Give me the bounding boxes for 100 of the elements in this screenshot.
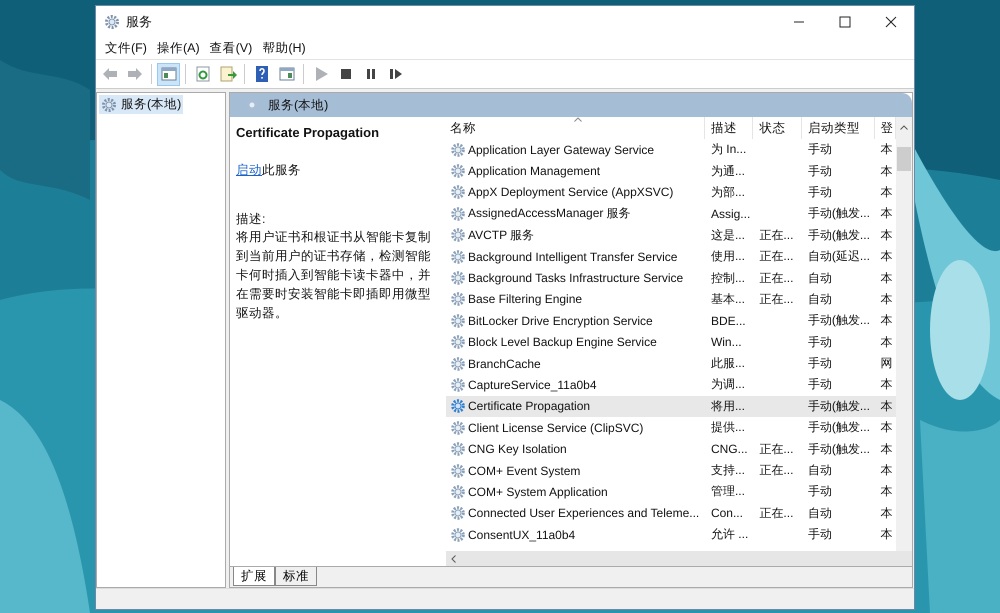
startup-type-cell: 手动 [808,483,832,500]
description-cell: 为调... [710,376,745,394]
service-name-cell: Background Intelligent Transfer Service [468,250,678,264]
startup-type-cell: 手动(触发... [808,226,870,244]
menu-item[interactable]: 文件(F) [100,40,152,56]
service-row[interactable]: Background Intelligent Transfer Service 使用... 正在... 自动(延迟... 本 [446,246,896,268]
tab[interactable]: 扩展 [233,567,275,586]
description-cell: Con... [710,506,743,520]
startup-type-cell: 手动 [808,376,832,394]
logon-cell: 本 [880,162,893,180]
export-icon [218,65,236,83]
tree-button[interactable] [157,62,180,86]
logon-cell: 本 [880,483,893,500]
description-cell: 支持... [710,462,745,480]
description-cell: 使用... [710,248,745,266]
logon-cell: 网 [880,355,893,372]
service-name-cell: Block Level Backup Engine Service [468,335,657,350]
service-row[interactable]: COM+ System Application 管理... 手动 本 [446,481,896,503]
startup-type-cell: 自动(延迟... [808,248,870,266]
start-link[interactable]: 启动 [236,163,262,177]
scroll-left-icon[interactable] [451,555,456,563]
startup-type-cell: 手动 [808,526,832,544]
refresh-icon [194,65,212,83]
service-row[interactable]: Client License Service (ClipSVC) 提供... 手动(触发... 本 [446,417,896,438]
service-row[interactable]: AVCTP 服务 这是... 正在... 手动(触发... 本 [446,224,896,246]
column-header[interactable]: 名称 [446,117,705,139]
service-row[interactable]: CaptureService_11a0b4 为调... 手动 本 [446,374,896,396]
service-row[interactable]: COM+ Event System 支持... 正在... 自动 本 [446,460,896,482]
logon-cell: 本 [880,141,893,158]
startup-type-cell: 手动(触发... [808,205,870,222]
window-title: 服务 [126,12,152,30]
logon-cell: 本 [880,290,893,308]
logon-cell: 本 [880,205,893,222]
scroll-thumb[interactable] [897,147,911,171]
service-row[interactable]: Application Management 为通... 手动 本 [446,160,896,182]
status-cell: 正在... [759,270,794,287]
logon-cell: 本 [880,270,893,287]
service-row[interactable]: Application Layer Gateway Service 为 In... 手动 本 [446,139,896,160]
service-row[interactable]: CNG Key Isolation CNG... 正在... 手动(触发... 本 [446,438,896,460]
service-row[interactable]: Block Level Backup Engine Service Win... 手动 本 [446,332,896,353]
startup-type-cell: 手动 [808,355,832,372]
service-name-cell: BitLocker Drive Encryption Service [468,314,653,328]
logon-cell: 本 [880,248,893,266]
menu-item[interactable]: 帮助(H) [257,40,311,56]
logon-cell: 本 [880,376,893,394]
service-name-cell: ConsentUX_11a0b4 [468,528,576,542]
logon-cell: 本 [880,334,893,351]
service-name-cell: Background Tasks Infrastructure Service [468,271,684,286]
status-cell: 正在... [759,290,794,308]
service-row[interactable]: BranchCache 此服... 手动 网 [446,352,896,374]
service-name-cell: Base Filtering Engine [468,292,582,306]
description-cell: 这是... [710,226,745,244]
startup-type-cell: 手动(触发... [808,398,870,415]
description-cell: CNG... [710,442,748,456]
tree-item[interactable]: 服务(本地) [99,95,184,114]
startup-type-cell: 手动 [808,162,832,180]
description-cell: 控制... [710,270,745,287]
service-name-cell: COM+ Event System [468,464,580,478]
logon-cell: 本 [880,462,893,480]
logon-cell: 本 [880,440,893,458]
service-row[interactable]: BitLocker Drive Encryption Service BDE... 手动(触发... 本 [446,310,896,332]
service-name-cell: AssignedAccessManager 服务 [468,205,631,222]
service-row[interactable]: AppX Deployment Service (AppXSVC) 为部... 手动 本 [446,182,896,204]
status-cell: 正在... [759,226,794,244]
description-cell: BDE... [710,314,746,328]
service-name-cell: Connected User Experiences and Teleme... [468,506,700,520]
service-name-cell: Client License Service (ClipSVC) [468,420,644,435]
service-name: Certificate Propagation [236,125,380,140]
column-header[interactable]: 状态 [753,117,802,139]
horizontal-scrollbar[interactable] [446,551,912,566]
logon-cell: 本 [880,526,893,544]
menu-item[interactable]: 查看(V) [204,40,258,56]
service-row[interactable]: Connected User Experiences and Teleme... Con... 正在... 自动 本 [446,502,896,524]
action-text: 此服务 [262,163,301,177]
menu-item[interactable]: 操作(A) [152,40,205,56]
service-name-cell: Application Management [468,164,600,178]
service-row[interactable]: Background Tasks Infrastructure Service 控制... 正在... 自动 本 [446,267,896,289]
service-name-cell: AppX Deployment Service (AppXSVC) [468,185,674,200]
startup-type-cell: 手动(触发... [808,419,870,436]
service-name-cell: AVCTP 服务 [468,226,534,244]
service-row[interactable]: Base Filtering Engine 基本... 正在... 自动 本 [446,288,896,310]
description-cell: 为部... [710,184,745,201]
startup-type-cell: 手动(触发... [808,440,870,458]
panel-title: 服务(本地) [268,96,328,114]
column-header[interactable]: 启动类型 [802,117,875,139]
vertical-scrollbar[interactable] [896,117,912,551]
service-name-cell: Certificate Propagation [468,399,590,414]
service-name-cell: CaptureService_11a0b4 [468,378,597,392]
tab[interactable]: 标准 [275,567,317,586]
service-name-cell: COM+ System Application [468,484,608,499]
column-header[interactable]: 描述 [704,117,754,139]
service-row[interactable]: Certificate Propagation 将用... 手动(触发... 本 [446,396,896,418]
scroll-up-icon[interactable] [900,125,908,130]
status-cell: 正在... [759,504,794,522]
startup-type-cell: 手动(触发... [808,312,870,330]
service-row[interactable]: ConsentUX_11a0b4 允许 ... 手动 本 [446,524,896,546]
status-cell: 正在... [759,248,794,266]
logon-cell: 本 [880,312,893,330]
startup-type-cell: 手动 [808,184,832,201]
service-row[interactable]: AssignedAccessManager 服务 Assig... 手动(触发... 本 [446,203,896,225]
